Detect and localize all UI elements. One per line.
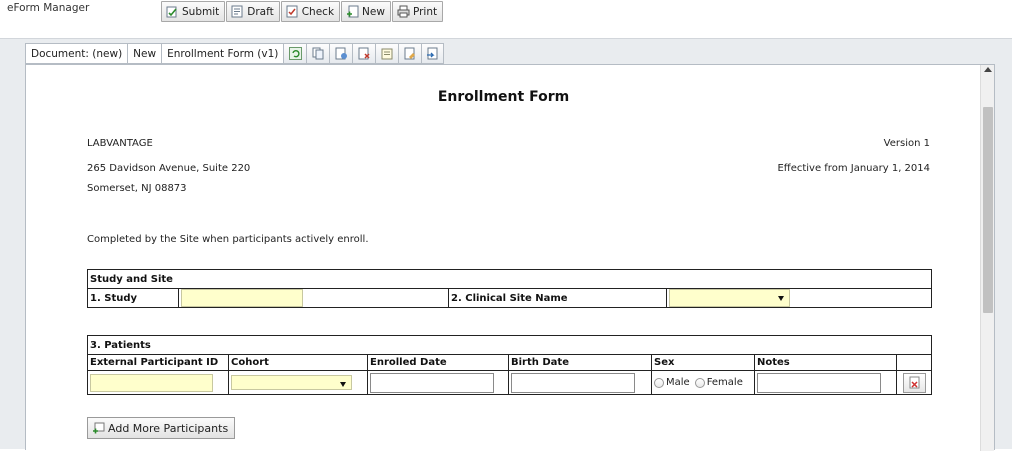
patients-header-row: External Participant ID Cohort Enrolled … bbox=[87, 354, 932, 371]
export-button[interactable] bbox=[421, 43, 445, 64]
participant-id-input[interactable] bbox=[90, 373, 213, 392]
notes-input[interactable] bbox=[757, 372, 881, 393]
form-instructions: Completed by the Site when participants … bbox=[87, 234, 369, 245]
sex-male-label: Male bbox=[666, 377, 690, 388]
col-cohort: Cohort bbox=[228, 354, 368, 371]
col-enrolled-date: Enrolled Date bbox=[367, 354, 509, 371]
col-birth-date: Birth Date bbox=[508, 354, 652, 371]
tab-enrollment-form[interactable]: Enrollment Form (v1) bbox=[161, 43, 284, 64]
check-button[interactable]: Check bbox=[280, 1, 341, 22]
tab-document[interactable]: Document: (new) bbox=[25, 43, 128, 64]
study-label: 1. Study bbox=[87, 288, 179, 308]
delete-row-button[interactable] bbox=[902, 372, 926, 393]
attach-button[interactable] bbox=[329, 43, 353, 64]
enrolled-date-input[interactable] bbox=[370, 372, 494, 393]
address-line1: 265 Davidson Avenue, Suite 220 bbox=[87, 163, 251, 174]
history-button[interactable] bbox=[398, 43, 422, 64]
app-title: eForm Manager bbox=[7, 2, 90, 14]
toolbar: Submit Draft Check New Print bbox=[161, 1, 444, 22]
form-title: Enrollment Form bbox=[437, 89, 570, 105]
workspace: Document: (new) New Enrollment Form (v1)… bbox=[0, 38, 1012, 451]
draft-icon bbox=[231, 5, 244, 18]
effective-date: Effective from January 1, 2014 bbox=[777, 163, 930, 174]
sex-female-radio[interactable] bbox=[694, 377, 705, 388]
scroll-thumb[interactable] bbox=[983, 107, 993, 313]
vertical-scrollbar[interactable] bbox=[980, 65, 994, 451]
app-header: eForm Manager Submit Draft Check New Pri… bbox=[0, 0, 1012, 38]
copy-icon bbox=[312, 47, 324, 60]
study-input[interactable] bbox=[181, 289, 303, 307]
new-button[interactable]: New bbox=[341, 1, 391, 22]
document-tabs: Document: (new) New Enrollment Form (v1) bbox=[25, 43, 445, 64]
scroll-up-arrow[interactable] bbox=[984, 67, 992, 72]
sex-male-radio[interactable] bbox=[654, 377, 664, 388]
document-frame: Enrollment Form LABVANTAGE Version 1 265… bbox=[25, 64, 995, 451]
col-notes: Notes bbox=[754, 354, 897, 371]
print-icon bbox=[397, 5, 410, 18]
new-label: New bbox=[362, 5, 385, 18]
study-site-table: Study and Site 1. Study 2. Clinical Site… bbox=[87, 269, 932, 308]
patients-heading: 3. Patients bbox=[87, 335, 932, 355]
notes-icon bbox=[381, 48, 393, 60]
draft-button[interactable]: Draft bbox=[226, 1, 280, 22]
notes-button[interactable] bbox=[375, 43, 399, 64]
submit-icon bbox=[166, 5, 179, 18]
attach-icon bbox=[335, 47, 347, 60]
add-participants-label: Add More Participants bbox=[108, 421, 229, 435]
patients-table: 3. Patients External Participant ID Coho… bbox=[87, 335, 932, 395]
submit-button[interactable]: Submit bbox=[161, 1, 226, 22]
print-label: Print bbox=[412, 5, 438, 18]
delete-doc-button[interactable] bbox=[352, 43, 376, 64]
add-participants-button[interactable]: Add More Participants bbox=[87, 417, 236, 439]
address-line2: Somerset, NJ 08873 bbox=[87, 183, 187, 194]
birth-date-input[interactable] bbox=[511, 372, 635, 393]
cohort-select[interactable] bbox=[231, 375, 352, 390]
new-icon bbox=[346, 5, 359, 18]
col-sex: Sex bbox=[651, 354, 755, 371]
delete-row-icon bbox=[909, 376, 919, 388]
draft-label: Draft bbox=[247, 5, 274, 18]
clinical-site-select[interactable] bbox=[669, 289, 790, 307]
copy-button[interactable] bbox=[306, 43, 330, 64]
print-button[interactable]: Print bbox=[391, 1, 444, 22]
refresh-icon bbox=[288, 47, 302, 60]
tab-new[interactable]: New bbox=[127, 43, 162, 64]
clinical-site-label: 2. Clinical Site Name bbox=[448, 288, 667, 308]
sex-female-label: Female bbox=[706, 377, 743, 388]
export-icon bbox=[427, 47, 438, 60]
history-icon bbox=[404, 47, 415, 60]
check-label: Check bbox=[301, 5, 335, 18]
study-site-heading: Study and Site bbox=[87, 269, 932, 289]
col-participant-id: External Participant ID bbox=[87, 354, 229, 371]
table-row: Male Female bbox=[87, 370, 932, 395]
delete-icon bbox=[358, 47, 370, 60]
company-name: LABVANTAGE bbox=[87, 138, 153, 149]
form-version: Version 1 bbox=[883, 138, 930, 149]
submit-label: Submit bbox=[182, 5, 220, 18]
refresh-button[interactable] bbox=[283, 43, 307, 64]
sex-radio-group: Male Female bbox=[654, 377, 752, 388]
check-icon bbox=[286, 5, 299, 18]
add-icon bbox=[92, 422, 105, 435]
